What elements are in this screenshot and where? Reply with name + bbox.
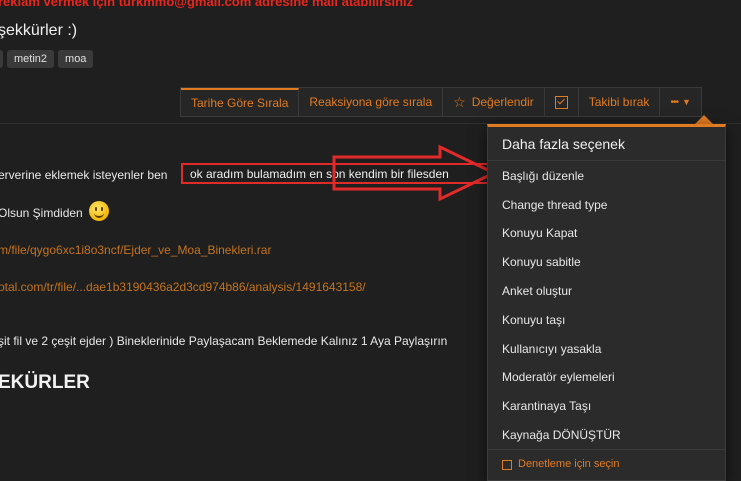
caret-down-icon: ▼ [681,97,691,107]
sort-by-reaction-button[interactable]: Reaksiyona göre sırala [299,88,444,116]
menu-item-edit-title[interactable]: Başlığı düzenle [502,169,584,183]
sort-by-date-button[interactable]: Tarihe Göre Sırala [181,88,300,116]
menu-separator [488,160,725,161]
sort-by-reaction-label: Reaksiyona göre sırala [309,95,433,109]
select-for-moderation-checkbox[interactable] [502,460,512,470]
menu-item-create-poll[interactable]: Anket oluştur [502,284,572,298]
post-line-3: şit fil ve 2 çeşit ejder ) Bineklerinide… [0,334,448,348]
more-options-button[interactable]: ••• ▼ [660,88,700,116]
ad-banner-text: reklam vermek için turkmmo@gmail.com adr… [0,0,414,9]
menu-item-change-thread-type[interactable]: Change thread type [502,198,607,212]
tag-item[interactable]: metin2 [7,50,55,68]
star-icon: ☆ [453,93,466,110]
more-dots-icon: ••• [670,96,678,108]
select-for-moderation-label[interactable]: Denetleme için seçin [518,458,620,470]
menu-item-stick-thread[interactable]: Konuyu sabitle [502,255,581,269]
tag-item[interactable] [0,50,3,68]
menu-item-quarantine[interactable]: Karantinaya Taşı [502,399,591,413]
sort-by-date-label: Tarihe Göre Sırala [191,96,289,110]
unfollow-label: Takibi bırak [588,95,650,109]
menu-item-moderator-actions[interactable]: Moderatör eylemeleri [502,370,615,384]
tag-item[interactable]: moa [58,50,94,68]
smiley-emoji-icon [89,201,109,221]
virustotal-link[interactable]: otal.com/tr/file/...dae1b3190436a2d3cd97… [0,280,366,294]
dropdown-caret [695,115,713,124]
thread-toolbar: Tarihe Göre Sırala Reaksiyona göre sıral… [180,87,702,117]
menu-item-close-thread[interactable]: Konuyu Kapat [502,226,577,240]
watch-toggle-button[interactable] [545,88,579,116]
thread-title: şekkürler :) [0,22,78,39]
post-line-2: Olsun Şimdiden [0,206,83,220]
tag-list: metin2 moa [0,50,94,68]
download-link[interactable]: m/file/qygo6xc1i8o3ncf/Ejder_ve_Moa_Bine… [0,243,271,257]
menu-item-ban-user[interactable]: Kullanıcıyı yasakla [502,342,601,356]
annotation-arrow-icon [332,144,498,202]
more-options-menu: Daha fazla seçenek Başlığı düzenle Chang… [487,124,726,481]
rate-button[interactable]: ☆ Değerlendir [443,88,545,116]
unfollow-button[interactable]: Takibi bırak [579,88,661,116]
post-line-1: erverine eklemek isteyenler ben [0,168,168,182]
menu-item-move-thread[interactable]: Konuyu taşı [502,313,565,327]
post-heading: EKÜRLER [0,372,90,393]
checkbox-icon [554,95,568,109]
menu-item-convert-to-resource[interactable]: Kaynağa DÖNÜŞTÜR [502,428,621,442]
menu-separator [488,449,725,450]
menu-title: Daha fazla seçenek [502,136,625,152]
rate-label: Değerlendir [471,95,534,109]
